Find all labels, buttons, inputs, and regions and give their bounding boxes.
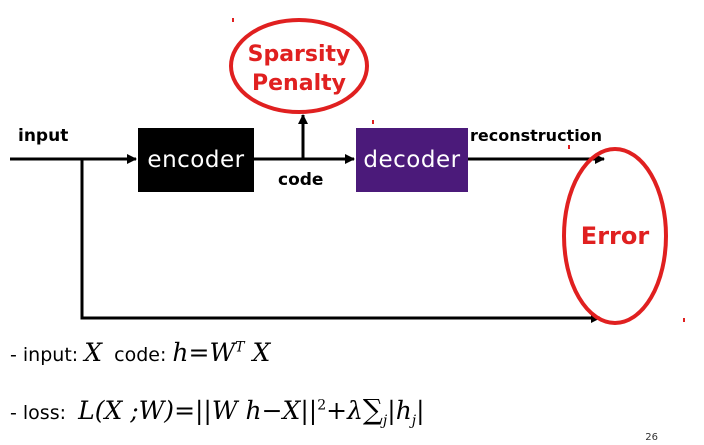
code-prefix: code: [114, 344, 167, 366]
decoder-box: decoder [356, 128, 468, 192]
red-mark [568, 145, 570, 149]
decoder-label: decoder [363, 147, 461, 173]
sparsity-line1: Sparsity [247, 42, 351, 67]
sparsity-line2: Penalty [252, 71, 346, 96]
input-var: X [84, 338, 103, 367]
reconstruction-label: reconstruction [470, 126, 603, 145]
red-mark [683, 318, 685, 322]
formula-loss: - loss: L(X ;W)=||W h−X||2+λ∑j|hj| [10, 393, 425, 429]
input-prefix: - input: [10, 344, 79, 366]
code-label: code [278, 170, 324, 190]
error-label: Error [580, 222, 650, 250]
encoder-label: encoder [147, 147, 245, 173]
encoder-box: encoder [138, 128, 254, 192]
transpose-sup: T [235, 339, 245, 356]
loss-prefix: - loss: [10, 402, 66, 424]
sparsity-penalty-label: Sparsity Penalty [236, 40, 362, 98]
loss-expr: L(X ;W)=||W h−X||2+λ∑j|hj| [78, 393, 425, 429]
red-mark [372, 120, 374, 124]
page-number: 26 [645, 432, 658, 443]
code-expr: h=WT X [172, 338, 271, 367]
input-label: input [18, 126, 69, 146]
formula-input: - input: X code: h=WT X [10, 338, 270, 367]
red-mark [232, 18, 234, 22]
